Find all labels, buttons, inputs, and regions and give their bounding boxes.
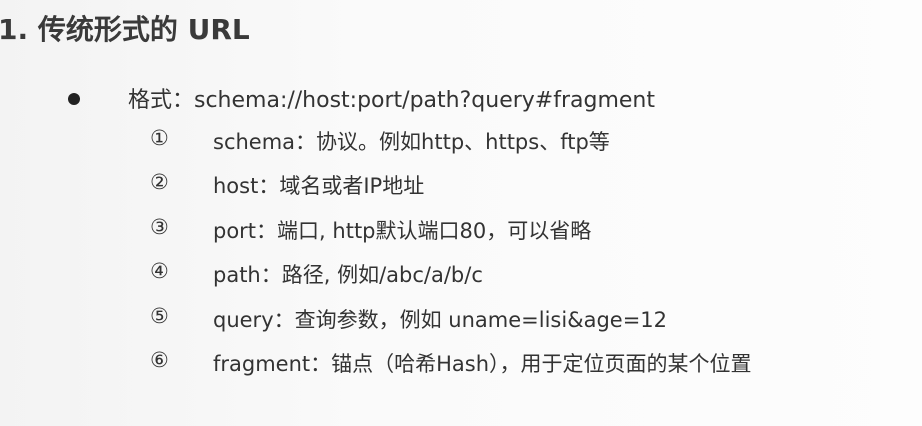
item-number: ④ [150, 259, 169, 283]
item-text: path：路径, 例如/abc/a/b/c [213, 263, 483, 287]
item-text: host：域名或者IP地址 [213, 174, 425, 198]
item-number: ② [150, 170, 169, 194]
slide-title: 1. 传统形式的 URL [0, 13, 250, 46]
item-text: query：查询参数，例如 uname=lisi&age=12 [213, 308, 668, 332]
item-number: ③ [150, 215, 169, 239]
bullet-icon [68, 93, 80, 105]
format-line: 格式：schema://host:port/path?query#fragmen… [128, 88, 656, 113]
item-text: port：端口, http默认端口80，可以省略 [213, 219, 592, 243]
item-number: ⑥ [150, 348, 169, 372]
item-number: ⑤ [150, 304, 169, 328]
item-text: schema：协议。例如http、https、ftp等 [213, 130, 610, 154]
item-number: ① [150, 126, 169, 150]
item-text: fragment：锚点（哈希Hash），用于定位页面的某个位置 [213, 352, 752, 376]
